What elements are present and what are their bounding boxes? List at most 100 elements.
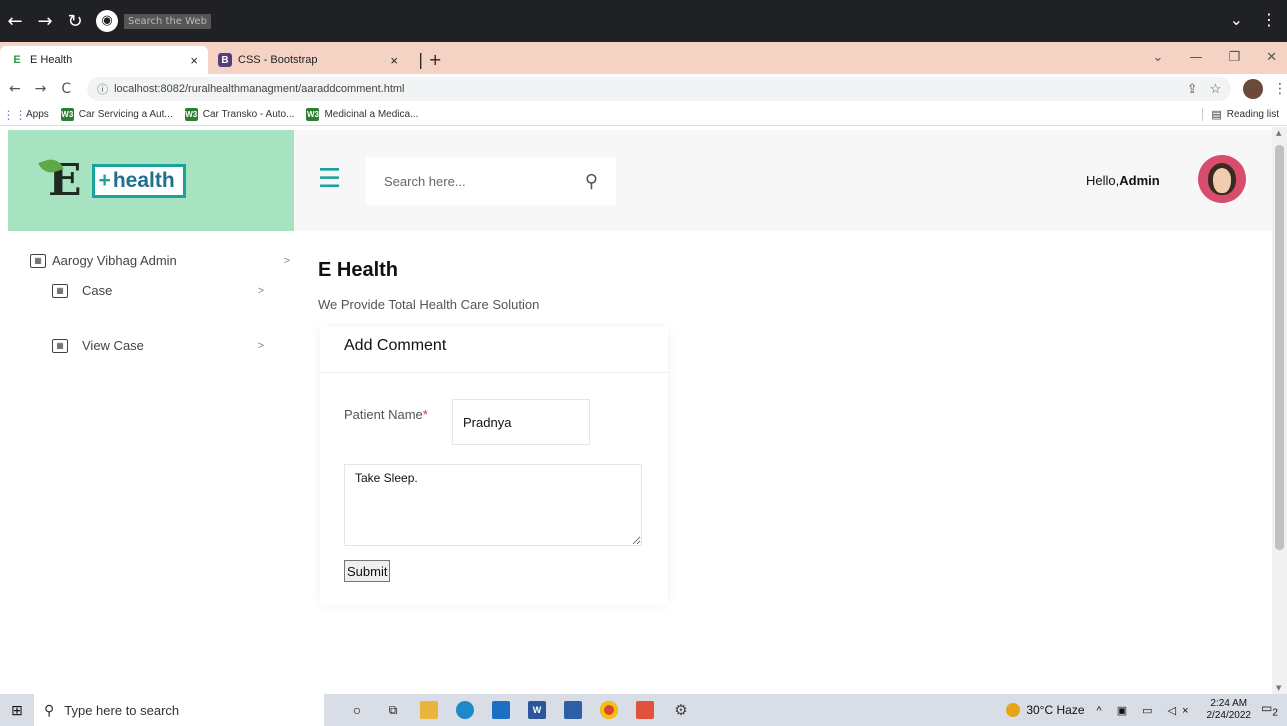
- logo-wordmark: + health: [91, 163, 186, 198]
- system-tray-icons[interactable]: ^ ▣ ▭ ◁×: [1097, 704, 1195, 717]
- page-scrollbar[interactable]: ▲ ▼: [1272, 127, 1287, 694]
- bookmark-medicinal[interactable]: W3 Medicinal a Medica...: [306, 108, 418, 121]
- w3-icon: W3: [60, 108, 74, 121]
- medical-plus-icon: +: [98, 168, 111, 192]
- reload-icon[interactable]: ↻: [60, 11, 90, 32]
- clock-date: 2/24/2022: [1206, 710, 1252, 721]
- mail-icon[interactable]: [492, 701, 510, 719]
- outer-search-box[interactable]: ◉ Search the Web: [96, 9, 211, 33]
- address-bar-row: ← → C ⓘ localhost:8082/ruralhealthmanagm…: [0, 74, 1287, 104]
- apps-grid-icon: ⋮⋮: [2, 107, 27, 122]
- table-icon: ▦: [30, 253, 46, 268]
- chevron-right-icon: >: [283, 254, 290, 267]
- notification-center-icon[interactable]: ▭2: [1261, 701, 1281, 718]
- back-icon[interactable]: ←: [4, 81, 26, 97]
- patient-name-input[interactable]: [452, 399, 590, 445]
- reading-list-button[interactable]: ▤ Reading list: [1202, 108, 1279, 121]
- sidebar-item-case[interactable]: ▦ Case >: [52, 283, 264, 298]
- bookmark-apps[interactable]: ⋮⋮ Apps: [2, 107, 49, 122]
- forward-icon[interactable]: →: [30, 81, 52, 97]
- greeting: Hello,Admin: [1086, 173, 1160, 188]
- logo-area[interactable]: E + health: [8, 130, 294, 231]
- info-icon[interactable]: ⓘ: [97, 81, 108, 97]
- url-omnibox[interactable]: ⓘ localhost:8082/ruralhealthmanagment/aa…: [87, 77, 1232, 101]
- bookmarks-bar: ⋮⋮ Apps W3 Car Servicing a Aut... W3 Car…: [0, 104, 1287, 126]
- close-tab-icon[interactable]: ×: [190, 53, 198, 68]
- outer-search-text[interactable]: Search the Web: [124, 13, 211, 29]
- greeting-user: Admin: [1119, 173, 1160, 188]
- bookmark-label: Car Transko - Auto...: [202, 109, 295, 120]
- close-tab-icon[interactable]: ×: [390, 53, 398, 68]
- bookmark-star-icon[interactable]: ☆: [1210, 81, 1222, 97]
- logo-letter: E: [38, 155, 82, 206]
- edge-icon[interactable]: [456, 701, 474, 719]
- weather-text[interactable]: 30°C Haze: [1026, 703, 1084, 717]
- table-icon: ▦: [52, 338, 68, 353]
- submit-button[interactable]: Submit: [344, 560, 391, 582]
- comment-textarea[interactable]: Take Sleep.: [344, 464, 642, 546]
- share-icon[interactable]: ⇪: [1187, 81, 1198, 97]
- reading-list-icon: ▤: [1211, 109, 1222, 121]
- sidebar-item-aarogy-vibhag-admin[interactable]: ▦ Aarogy Vibhag Admin >: [30, 253, 290, 268]
- greeting-prefix: Hello,: [1086, 173, 1120, 188]
- store-icon[interactable]: [564, 701, 582, 719]
- tab-search-chevron-icon[interactable]: ⌄: [1153, 50, 1164, 65]
- logo-word: health: [112, 168, 175, 192]
- word-icon[interactable]: W: [528, 701, 546, 719]
- close-window-icon[interactable]: ✕: [1266, 50, 1277, 65]
- top-header: ☰ ⚲ Hello,Admin: [294, 130, 1272, 231]
- more-vertical-icon[interactable]: ⋮: [1261, 10, 1277, 29]
- forward-arrow-icon[interactable]: →: [30, 11, 60, 32]
- tab-title: E Health: [30, 54, 73, 66]
- new-tab-plus-icon[interactable]: | +: [408, 50, 452, 74]
- windows-taskbar: ⊞ ⚲ Type here to search ○ ⧉ W ⚙ 30°C Haz…: [0, 694, 1287, 726]
- windows-start-icon[interactable]: ⊞: [0, 694, 34, 726]
- header-search: ⚲: [366, 157, 616, 205]
- reload-icon[interactable]: C: [55, 81, 77, 97]
- scrollbar-thumb[interactable]: [1275, 145, 1284, 550]
- task-view-icon[interactable]: ⧉: [384, 701, 402, 719]
- card-heading: Add Comment: [320, 327, 668, 373]
- restore-icon[interactable]: ❐: [1228, 50, 1240, 65]
- search-icon[interactable]: ⚲: [585, 171, 598, 192]
- weather-sun-icon: [1006, 703, 1021, 717]
- bookmark-label: Car Servicing a Aut...: [78, 109, 173, 120]
- patient-name-label: Patient Name*: [344, 405, 434, 425]
- file-explorer-icon[interactable]: [420, 701, 438, 719]
- scroll-up-arrow-icon[interactable]: ▲: [1276, 129, 1281, 137]
- profile-avatar-icon[interactable]: [1243, 79, 1263, 99]
- search-input[interactable]: [384, 173, 585, 189]
- bookmark-car-transko[interactable]: W3 Car Transko - Auto...: [184, 108, 295, 121]
- web-page: E + health ☰ ⚲ Hello,Admin ▲ ▼ ▦ Aarogy …: [0, 127, 1287, 694]
- settings-gear-icon[interactable]: ⚙: [672, 701, 690, 719]
- e-health-favicon-icon: E: [13, 54, 21, 66]
- xampp-icon[interactable]: [636, 701, 654, 719]
- bookmark-label: Medicinal a Medica...: [324, 109, 419, 120]
- taskbar-search[interactable]: ⚲ Type here to search: [34, 694, 324, 726]
- tab-e-health[interactable]: E E Health ×: [0, 46, 208, 74]
- w3-icon: W3: [184, 108, 198, 121]
- clock-time: 2:24 AM: [1210, 698, 1248, 709]
- add-comment-card: Add Comment Patient Name* Take Sleep. Su…: [320, 327, 668, 605]
- tab-css-bootstrap[interactable]: B CSS - Bootstrap ×: [208, 46, 408, 74]
- browser-menu-icon[interactable]: ⋮: [1273, 81, 1287, 97]
- chrome-icon[interactable]: [600, 701, 618, 719]
- back-arrow-icon[interactable]: ←: [0, 11, 30, 32]
- bookmark-car-servicing[interactable]: W3 Car Servicing a Aut...: [60, 108, 173, 121]
- avatar[interactable]: [1198, 155, 1246, 203]
- system-clock[interactable]: 2:24 AM 2/24/2022: [1207, 698, 1252, 722]
- chevron-right-icon: >: [257, 284, 264, 297]
- url-text[interactable]: localhost:8082/ruralhealthmanagment/aara…: [114, 83, 1175, 95]
- cortana-icon[interactable]: ○: [348, 701, 366, 719]
- scroll-down-arrow-icon[interactable]: ▼: [1276, 684, 1281, 692]
- patient-name-label-text: Patient Name: [344, 407, 423, 422]
- chevron-right-icon: >: [257, 339, 264, 352]
- chevron-down-icon[interactable]: ⌄: [1230, 10, 1243, 29]
- bootstrap-favicon-icon: B: [218, 53, 232, 67]
- sidebar-item-view-case[interactable]: ▦ View Case >: [52, 338, 264, 353]
- hamburger-menu-icon[interactable]: ☰: [318, 166, 341, 192]
- notification-count: 2: [1272, 707, 1278, 719]
- bookmark-label: Apps: [26, 109, 49, 120]
- table-icon: ▦: [52, 283, 68, 298]
- minimize-icon[interactable]: —: [1189, 50, 1202, 65]
